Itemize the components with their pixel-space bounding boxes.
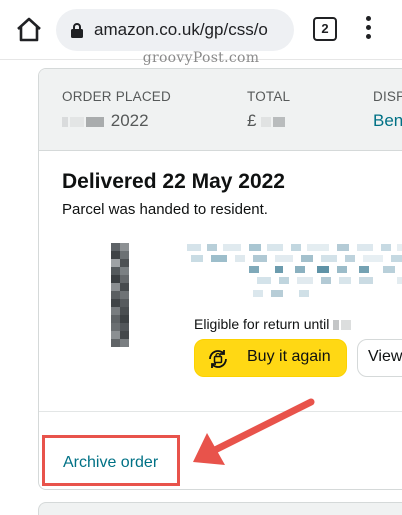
product-image[interactable] <box>111 243 129 347</box>
buy-it-again-label: Buy it again <box>247 348 331 365</box>
watermark: groovyPost.com <box>142 50 260 66</box>
more-vert-icon[interactable] <box>362 16 374 44</box>
order-placed-value: 2022 <box>62 111 149 131</box>
annotation-arrow-icon <box>193 398 315 465</box>
view-item-button[interactable]: View <box>357 339 402 377</box>
home-icon[interactable] <box>14 14 44 44</box>
archive-order-highlight: Archive order <box>42 435 180 486</box>
url-text: amazon.co.uk/gp/css/o <box>94 20 268 39</box>
view-item-label: View <box>368 348 402 365</box>
order-placed-label: ORDER PLACED <box>62 89 171 104</box>
address-bar[interactable]: amazon.co.uk/gp/css/o <box>56 9 294 51</box>
lock-icon <box>71 23 83 38</box>
delivery-substatus: Parcel was handed to resident. <box>62 201 268 218</box>
dispatch-label: DISP <box>373 89 402 104</box>
dispatch-name-link[interactable]: Ben <box>373 111 402 131</box>
order-total-label: TOTAL <box>247 89 291 104</box>
order-header: ORDER PLACED 2022 TOTAL £ DISP Ben <box>39 69 402 151</box>
buy-again-icon <box>209 350 227 368</box>
delivery-status: Delivered 22 May 2022 <box>62 170 285 193</box>
product-title-link[interactable] <box>187 242 402 304</box>
return-eligibility-text: Eligible for return until <box>194 316 353 332</box>
next-order-card <box>38 502 402 515</box>
order-total-value: £ <box>247 111 287 131</box>
buy-it-again-button[interactable]: Buy it again <box>194 339 347 377</box>
tab-switcher-button[interactable]: 2 <box>313 17 337 41</box>
archive-order-link[interactable]: Archive order <box>63 454 158 472</box>
